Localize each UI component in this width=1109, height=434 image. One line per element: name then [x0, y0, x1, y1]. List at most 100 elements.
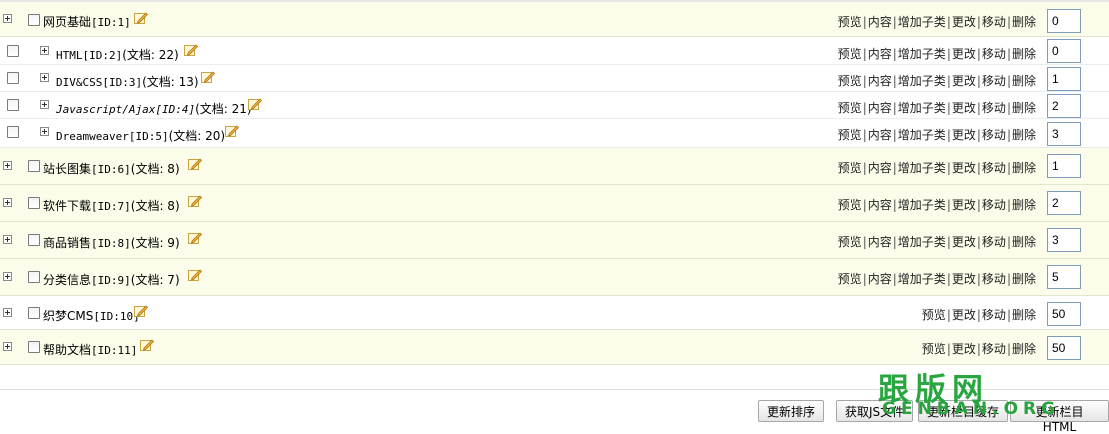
action-preview[interactable]: 预览	[838, 74, 862, 88]
expand-icon[interactable]	[3, 14, 12, 23]
category-name[interactable]: 软件下载[ID:7](文档: 8)	[43, 197, 180, 214]
edit-icon[interactable]	[184, 44, 198, 56]
category-name[interactable]: DIV&CSS[ID:3](文档: 13)	[56, 73, 199, 90]
sort-order-input[interactable]	[1047, 265, 1081, 289]
action-edit[interactable]: 更改	[952, 47, 976, 61]
action-move[interactable]: 移动	[982, 101, 1006, 115]
sort-order-input[interactable]	[1047, 122, 1081, 146]
category-name[interactable]: 分类信息[ID:9](文档: 7)	[43, 271, 180, 288]
edit-icon[interactable]	[140, 339, 154, 351]
category-checkbox[interactable]	[28, 341, 40, 353]
category-title[interactable]: 网页基础	[43, 15, 91, 29]
category-name[interactable]: 网页基础[ID:1]	[43, 13, 131, 30]
expand-icon[interactable]	[40, 46, 49, 55]
action-add-subclass[interactable]: 增加子类	[898, 161, 946, 175]
expand-icon[interactable]	[3, 308, 12, 317]
action-content[interactable]: 内容	[868, 235, 892, 249]
action-move[interactable]: 移动	[982, 128, 1006, 142]
action-preview[interactable]: 预览	[838, 198, 862, 212]
action-delete[interactable]: 删除	[1012, 198, 1036, 212]
category-title[interactable]: 帮助文档	[43, 343, 91, 357]
action-move[interactable]: 移动	[982, 342, 1006, 356]
category-checkbox[interactable]	[7, 72, 19, 84]
category-name[interactable]: Javascript/Ajax[ID:4](文档: 21)	[56, 100, 252, 117]
expand-icon[interactable]	[40, 100, 49, 109]
action-move[interactable]: 移动	[982, 272, 1006, 286]
expand-icon[interactable]	[3, 272, 12, 281]
action-edit[interactable]: 更改	[952, 128, 976, 142]
expand-icon[interactable]	[3, 161, 12, 170]
sort-order-input[interactable]	[1047, 39, 1081, 63]
action-add-subclass[interactable]: 增加子类	[898, 74, 946, 88]
action-content[interactable]: 内容	[868, 161, 892, 175]
action-edit[interactable]: 更改	[952, 308, 976, 322]
action-delete[interactable]: 删除	[1012, 272, 1036, 286]
action-delete[interactable]: 删除	[1012, 128, 1036, 142]
action-content[interactable]: 内容	[868, 128, 892, 142]
edit-icon[interactable]	[248, 98, 262, 110]
action-delete[interactable]: 删除	[1012, 235, 1036, 249]
action-move[interactable]: 移动	[982, 235, 1006, 249]
sort-order-input[interactable]	[1047, 154, 1081, 178]
category-title[interactable]: 织梦CMS	[43, 309, 93, 323]
category-name[interactable]: 织梦CMS[ID:10]	[43, 307, 140, 324]
edit-icon[interactable]	[134, 12, 148, 24]
category-name[interactable]: HTML[ID:2](文档: 22)	[56, 46, 179, 63]
action-edit[interactable]: 更改	[952, 161, 976, 175]
action-delete[interactable]: 删除	[1012, 74, 1036, 88]
sort-order-input[interactable]	[1047, 302, 1081, 326]
category-checkbox[interactable]	[28, 234, 40, 246]
action-move[interactable]: 移动	[982, 15, 1006, 29]
action-preview[interactable]: 预览	[922, 308, 946, 322]
category-checkbox[interactable]	[28, 14, 40, 26]
category-name[interactable]: 帮助文档[ID:11]	[43, 341, 137, 358]
action-move[interactable]: 移动	[982, 198, 1006, 212]
expand-icon[interactable]	[40, 127, 49, 136]
action-content[interactable]: 内容	[868, 74, 892, 88]
category-title[interactable]: 站长图集	[43, 162, 91, 176]
action-add-subclass[interactable]: 增加子类	[898, 101, 946, 115]
action-preview[interactable]: 预览	[838, 47, 862, 61]
category-checkbox[interactable]	[28, 197, 40, 209]
category-checkbox[interactable]	[7, 126, 19, 138]
category-checkbox[interactable]	[28, 160, 40, 172]
expand-icon[interactable]	[3, 235, 12, 244]
action-content[interactable]: 内容	[868, 198, 892, 212]
action-add-subclass[interactable]: 增加子类	[898, 272, 946, 286]
action-move[interactable]: 移动	[982, 308, 1006, 322]
action-add-subclass[interactable]: 增加子类	[898, 15, 946, 29]
action-content[interactable]: 内容	[868, 15, 892, 29]
action-preview[interactable]: 预览	[838, 101, 862, 115]
action-preview[interactable]: 预览	[838, 272, 862, 286]
category-checkbox[interactable]	[7, 45, 19, 57]
action-delete[interactable]: 删除	[1012, 161, 1036, 175]
action-preview[interactable]: 预览	[838, 15, 862, 29]
sort-order-input[interactable]	[1047, 9, 1081, 33]
action-delete[interactable]: 删除	[1012, 15, 1036, 29]
category-name[interactable]: Dreamweaver[ID:5](文档: 20)	[56, 127, 225, 144]
action-move[interactable]: 移动	[982, 47, 1006, 61]
action-content[interactable]: 内容	[868, 47, 892, 61]
action-delete[interactable]: 删除	[1012, 342, 1036, 356]
category-checkbox[interactable]	[28, 307, 40, 319]
action-add-subclass[interactable]: 增加子类	[898, 198, 946, 212]
action-move[interactable]: 移动	[982, 161, 1006, 175]
category-name[interactable]: 商品销售[ID:8](文档: 9)	[43, 234, 180, 251]
action-add-subclass[interactable]: 增加子类	[898, 235, 946, 249]
sort-order-input[interactable]	[1047, 336, 1081, 360]
sort-order-input[interactable]	[1047, 94, 1081, 118]
action-add-subclass[interactable]: 增加子类	[898, 47, 946, 61]
edit-icon[interactable]	[134, 305, 148, 317]
action-add-subclass[interactable]: 增加子类	[898, 128, 946, 142]
expand-icon[interactable]	[3, 198, 12, 207]
category-checkbox[interactable]	[28, 271, 40, 283]
action-preview[interactable]: 预览	[838, 235, 862, 249]
action-edit[interactable]: 更改	[952, 235, 976, 249]
update-order-button[interactable]: 更新排序	[758, 400, 825, 422]
action-edit[interactable]: 更改	[952, 272, 976, 286]
expand-icon[interactable]	[40, 73, 49, 82]
action-delete[interactable]: 删除	[1012, 47, 1036, 61]
action-edit[interactable]: 更改	[952, 342, 976, 356]
edit-icon[interactable]	[188, 269, 202, 281]
category-name[interactable]: 站长图集[ID:6](文档: 8)	[43, 160, 180, 177]
